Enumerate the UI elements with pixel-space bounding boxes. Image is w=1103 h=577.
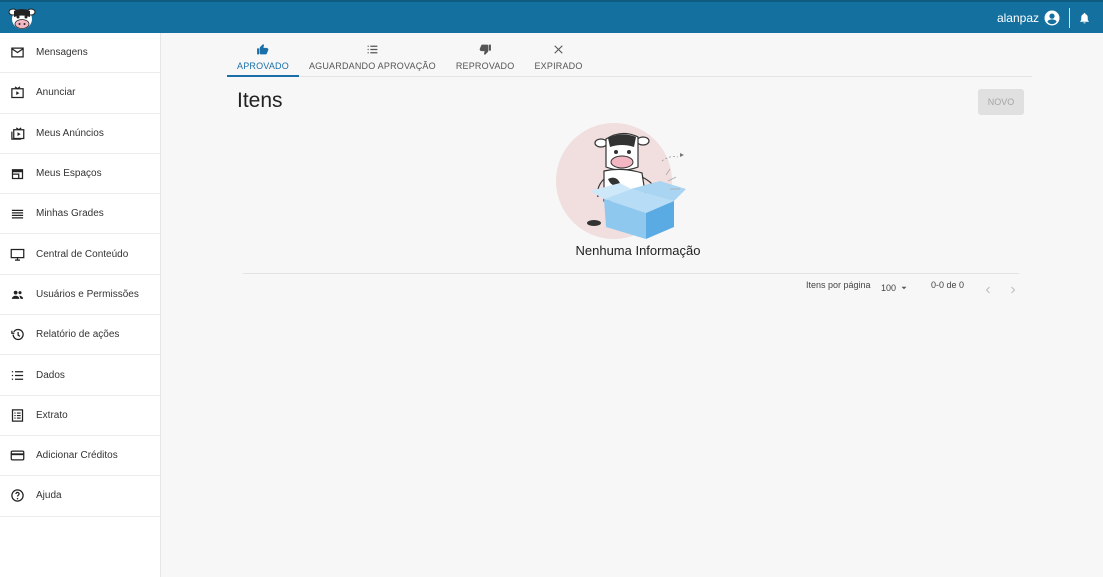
- sidebar-item-label: Meus Anúncios: [36, 127, 104, 139]
- tab-aprovado[interactable]: APROVADO: [227, 37, 299, 77]
- user-area: alanpaz: [997, 2, 1091, 33]
- sidebar-item-label: Mensagens: [36, 47, 88, 59]
- list-icon: [11, 370, 24, 380]
- video-library-icon: [11, 127, 25, 140]
- table-divider: [243, 273, 1019, 274]
- close-icon: [554, 45, 563, 54]
- sidebar-item-label: Minhas Grades: [36, 208, 104, 220]
- page-title: Itens: [237, 89, 283, 112]
- sidebar-item-ajuda[interactable]: Ajuda: [0, 476, 160, 517]
- sidebar-item-label: Adicionar Créditos: [36, 450, 118, 462]
- sidebar-item-relatorio-de-acoes[interactable]: Relatório de ações: [0, 315, 160, 356]
- header-separator: [1069, 7, 1070, 28]
- thumb-down-icon: [479, 44, 491, 55]
- list-lines-icon: [11, 210, 24, 219]
- credit-card-icon: [10, 450, 25, 461]
- chevron-left-icon[interactable]: [982, 284, 994, 296]
- store-icon: [11, 169, 24, 180]
- thumb-up-icon: [257, 44, 269, 55]
- sidebar-item-anunciar[interactable]: Anunciar: [0, 73, 160, 114]
- sidebar-item-adicionar-creditos[interactable]: Adicionar Créditos: [0, 436, 160, 477]
- sidebar-item-label: Meus Espaços: [36, 168, 102, 180]
- items-per-page-value: 100: [881, 283, 897, 293]
- sidebar-item-extrato[interactable]: Extrato: [0, 396, 160, 436]
- tab-label: EXPIRADO: [534, 61, 583, 71]
- tab-label: APROVADO: [237, 61, 289, 71]
- page-range: 0-0 de 0: [931, 280, 965, 290]
- sidebar-item-mensagens[interactable]: Mensagens: [0, 33, 160, 74]
- help-icon: [11, 489, 24, 503]
- tab-expirado[interactable]: EXPIRADO: [524, 37, 592, 77]
- sidebar-item-usuarios-e-permissoes[interactable]: Usuários e Permissões: [0, 275, 160, 316]
- bell-icon[interactable]: [1078, 11, 1091, 25]
- cow-logo-icon[interactable]: [8, 5, 36, 31]
- main-content: APROVADO AGUARDANDO APROVAÇÃO REPROVADO …: [161, 33, 1103, 577]
- tab-reprovado[interactable]: REPROVADO: [446, 37, 525, 77]
- sidebar-item-central-de-conteudo[interactable]: Central de Conteúdo: [0, 234, 160, 275]
- chevron-right-icon[interactable]: [1007, 284, 1019, 296]
- list-icon: [367, 45, 378, 54]
- play-box-icon: [11, 86, 24, 99]
- group-icon: [11, 290, 24, 299]
- sidebar-item-dados[interactable]: Dados: [0, 355, 160, 396]
- tab-aguardando-aprovacao[interactable]: AGUARDANDO APROVAÇÃO: [299, 37, 446, 77]
- sidebar: Mensagens Anunciar Meus Anúncios Meus Es…: [0, 33, 161, 577]
- sidebar-item-label: Anunciar: [36, 87, 76, 99]
- sidebar-item-meus-espacos[interactable]: Meus Espaços: [0, 154, 160, 195]
- items-per-page-select[interactable]: 100: [881, 283, 909, 293]
- top-bar: alanpaz: [0, 0, 1103, 33]
- mail-icon: [11, 47, 24, 58]
- sidebar-item-meus-anuncios[interactable]: Meus Anúncios: [0, 114, 160, 154]
- new-button[interactable]: NOVO: [978, 89, 1024, 115]
- status-tabs: APROVADO AGUARDANDO APROVAÇÃO REPROVADO …: [227, 37, 1032, 77]
- sidebar-item-minhas-grades[interactable]: Minhas Grades: [0, 194, 160, 235]
- tab-label: REPROVADO: [455, 61, 515, 71]
- sidebar-item-label: Relatório de ações: [36, 329, 120, 341]
- sidebar-item-label: Central de Conteúdo: [36, 248, 129, 260]
- empty-state-text: Nenhuma Informação: [575, 243, 701, 258]
- username[interactable]: alanpaz: [997, 11, 1039, 25]
- sidebar-item-label: Dados: [36, 369, 65, 381]
- sidebar-item-label: Ajuda: [36, 490, 62, 502]
- receipt-icon: [11, 409, 24, 422]
- items-per-page-label: Itens por página: [806, 280, 871, 290]
- sidebar-item-label: Extrato: [36, 409, 68, 421]
- account-circle-icon[interactable]: [1043, 9, 1061, 27]
- monitor-icon: [10, 248, 25, 261]
- history-icon: [11, 329, 24, 341]
- dropdown-arrow-icon: [901, 286, 907, 290]
- sidebar-item-label: Usuários e Permissões: [36, 288, 139, 300]
- empty-state-illustration: [556, 123, 686, 239]
- tab-label: AGUARDANDO APROVAÇÃO: [308, 61, 436, 71]
